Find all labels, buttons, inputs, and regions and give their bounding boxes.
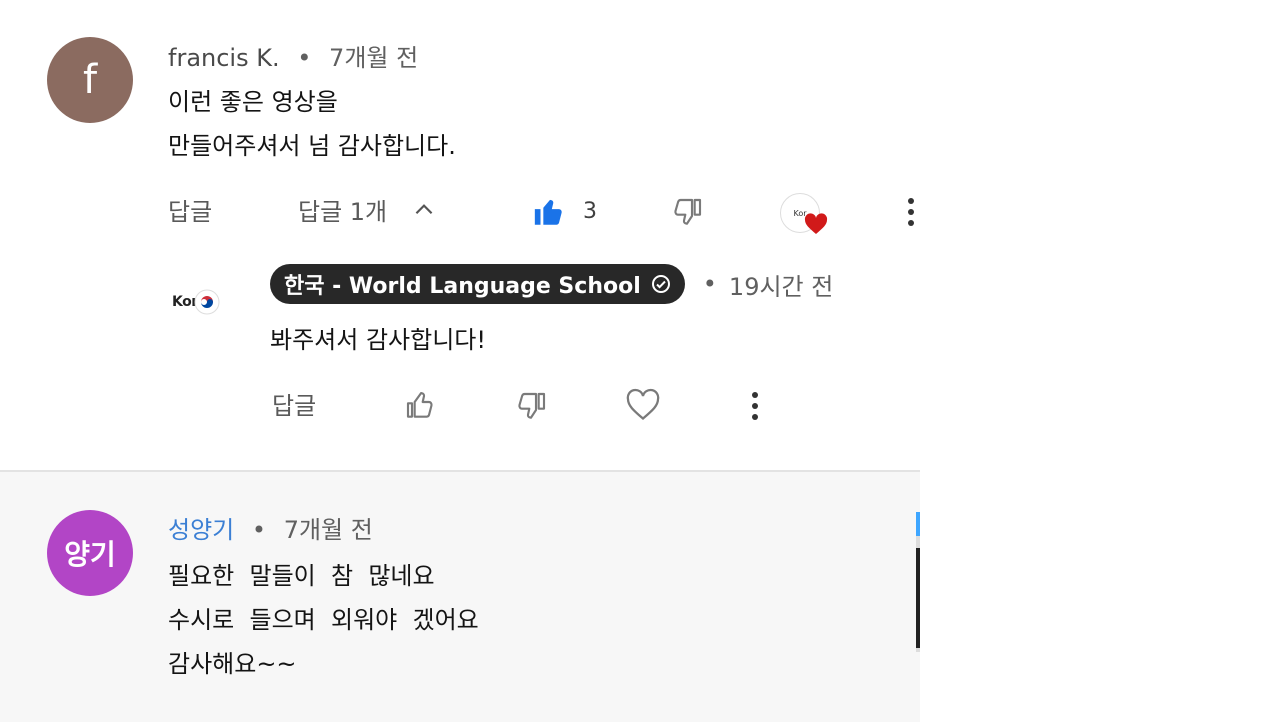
comment-line: 만들어주셔서 넘 감사합니다.: [168, 132, 456, 160]
more-options-icon[interactable]: [896, 194, 926, 230]
creator-heart-badge: Kor: [780, 193, 828, 237]
avatar-letter: f: [82, 57, 98, 103]
avatar[interactable]: 양기: [47, 510, 133, 596]
scroll-indicator: [916, 512, 920, 652]
reply-meta: 한국 - World Language School • 19시간 전: [270, 264, 833, 304]
comment-line: 필요한 말들이 참 많네요: [168, 562, 435, 590]
heart-outline-icon: [626, 388, 660, 420]
comment-author[interactable]: 성양기: [168, 516, 234, 544]
avatar[interactable]: Kor: [172, 284, 234, 320]
comment-text: 이런 좋은 영상을 만들어주셔서 넘 감사합니다.: [168, 80, 456, 168]
heart-icon: [804, 213, 828, 234]
comment-text: 필요한 말들이 참 많네요 수시로 들으며 외워야 겠어요 감사해요~~: [168, 554, 479, 686]
like-button[interactable]: [402, 388, 438, 424]
meta-separator: •: [702, 270, 717, 298]
channel-owner-badge[interactable]: 한국 - World Language School: [270, 264, 685, 304]
heart-button[interactable]: [624, 386, 662, 424]
replies-toggle[interactable]: 답글 1개: [298, 192, 437, 227]
thumbs-down-icon: [674, 198, 702, 225]
comment-author[interactable]: francis K.: [168, 44, 280, 72]
korean-flag-icon: [194, 289, 220, 315]
thumbs-up-filled-icon: [534, 199, 562, 225]
replies-count-label: 답글 1개: [298, 198, 388, 226]
more-options-icon[interactable]: [740, 388, 770, 424]
thumbs-down-icon: [518, 392, 546, 419]
avatar[interactable]: f: [47, 37, 133, 123]
comment-line: 감사해요~~: [168, 650, 297, 678]
like-count: 3: [583, 199, 597, 224]
comment-time[interactable]: 7개월 전: [329, 44, 418, 72]
reply-time[interactable]: 19시간 전: [729, 267, 833, 302]
verified-check-icon: [651, 275, 670, 293]
reply-button[interactable]: 답글: [168, 192, 212, 227]
chevron-up-icon: [411, 197, 437, 223]
reply-button[interactable]: 답글: [272, 386, 316, 421]
comment-time[interactable]: 7개월 전: [284, 516, 373, 544]
thumbs-up-icon: [406, 392, 433, 418]
reply-text: 봐주셔서 감사합니다!: [270, 326, 486, 354]
meta-separator: •: [251, 516, 267, 544]
like-button[interactable]: [530, 194, 568, 230]
comment-line: 이런 좋은 영상을: [168, 88, 338, 116]
comment-meta: 성양기 • 7개월 전: [168, 510, 373, 545]
dislike-button[interactable]: [514, 388, 550, 424]
comment-line: 수시로 들으며 외워야 겠어요: [168, 606, 479, 634]
channel-name: 한국 - World Language School: [284, 274, 641, 299]
comment-meta: francis K. • 7개월 전: [168, 38, 418, 73]
meta-separator: •: [297, 44, 312, 72]
dislike-button[interactable]: [670, 194, 706, 230]
avatar-text: 양기: [64, 538, 116, 571]
